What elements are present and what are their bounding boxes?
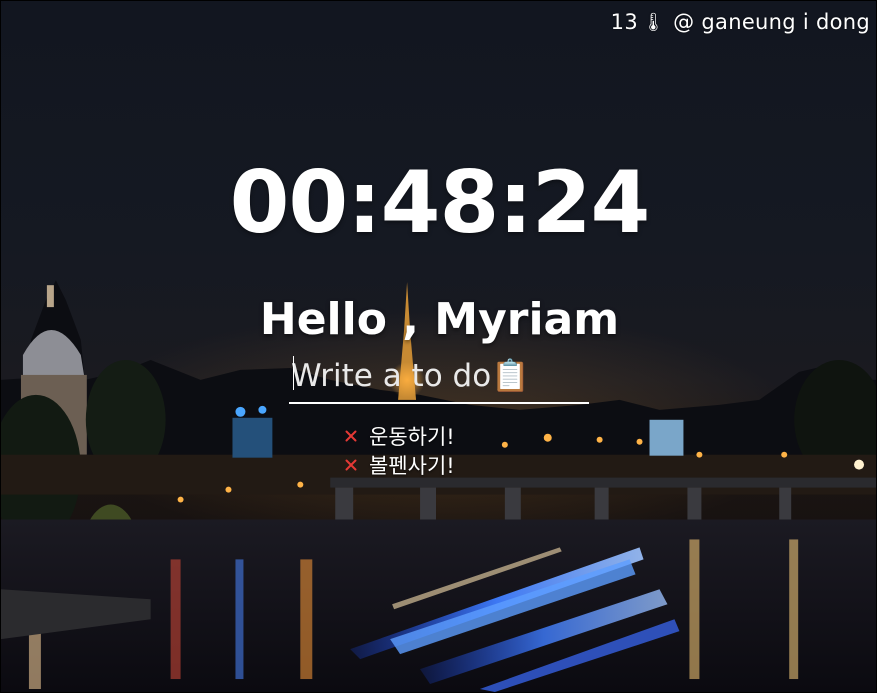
text-cursor — [293, 356, 294, 390]
todo-item-text: 운동하기! — [369, 424, 455, 449]
temperature-value: 13 — [610, 10, 638, 34]
delete-todo-button[interactable] — [341, 455, 361, 475]
todo-item: 볼펜사기! — [341, 450, 455, 479]
thermometer-icon: 🌡 — [641, 11, 666, 33]
clock: 00:48:24 — [229, 153, 651, 253]
close-icon — [345, 459, 357, 471]
weather-widget: 13 🌡 @ ganeung i dong — [611, 10, 870, 34]
location-label: @ ganeung i dong — [673, 10, 870, 34]
todo-item: 운동하기! — [341, 421, 455, 450]
app-window: 13 🌡 @ ganeung i dong 00:48:24 Hello , M… — [0, 0, 877, 693]
todo-form — [289, 350, 589, 404]
background-image — [1, 1, 876, 692]
todo-item-text: 볼펜사기! — [369, 453, 455, 478]
close-icon — [345, 430, 357, 442]
todo-input[interactable] — [289, 350, 589, 402]
todo-list: 운동하기! 볼펜사기! — [341, 421, 455, 479]
delete-todo-button[interactable] — [341, 426, 361, 446]
greeting: Hello , Myriam — [259, 294, 620, 345]
